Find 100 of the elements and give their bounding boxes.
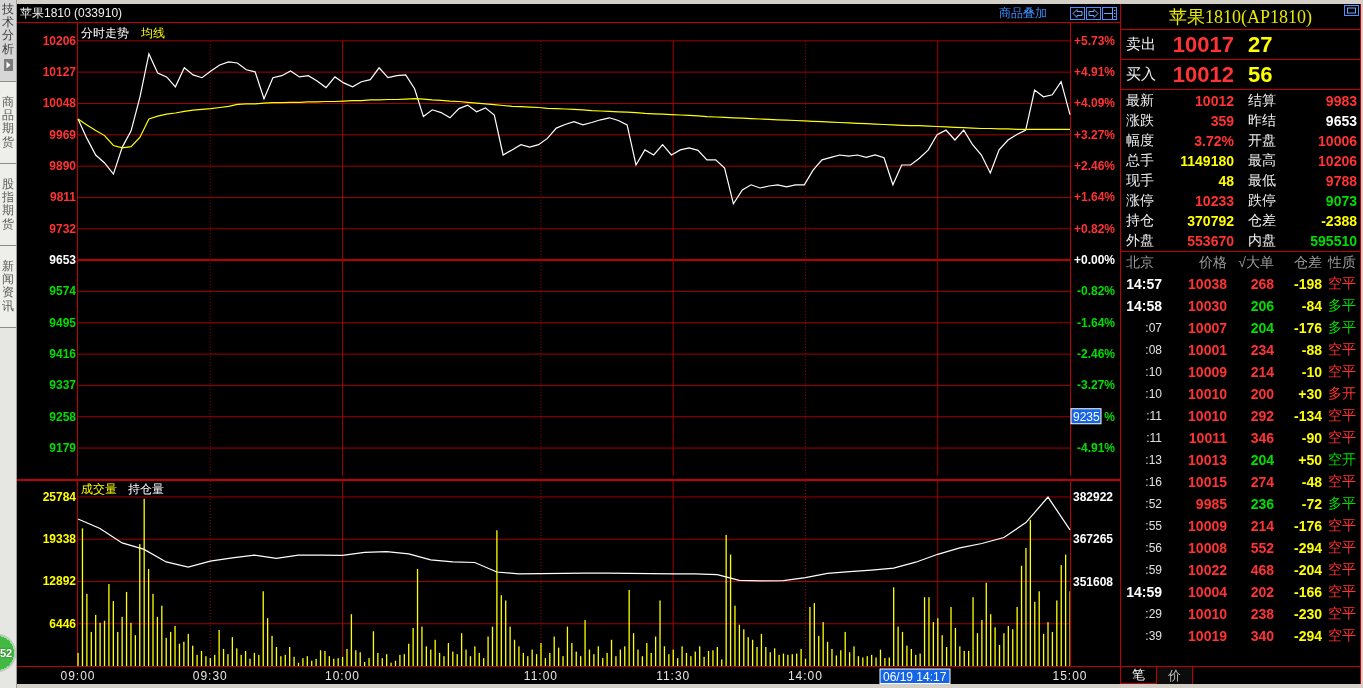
panel-layout-icon[interactable]	[1102, 6, 1117, 20]
trade-type: 多平	[1328, 297, 1356, 315]
trade-price: 10010	[1188, 386, 1227, 402]
volume-bar	[469, 656, 472, 666]
volume-bar	[447, 643, 450, 666]
trade-type: 空平	[1328, 407, 1356, 425]
caret-icon	[3, 58, 13, 71]
trade-type: 多平	[1328, 495, 1356, 513]
stat-value: 595510	[1310, 233, 1357, 249]
trade-price: 10009	[1188, 364, 1227, 380]
interest-axis-label: 351608	[1073, 575, 1114, 589]
price-axis-label: 9179	[49, 441, 76, 456]
volume-bar	[998, 645, 1001, 666]
instrument-title: 苹果1810 (033910)	[20, 4, 123, 22]
trade-change: -90	[1301, 430, 1322, 446]
legend-label: 成交量	[81, 482, 117, 496]
volume-bar	[879, 649, 882, 666]
stat-label: 涨跌	[1126, 112, 1154, 130]
trade-volume: 206	[1250, 298, 1274, 314]
time-axis-label: 11:30	[656, 669, 691, 683]
trade-change: +50	[1298, 452, 1322, 468]
volume-axis-label: 19338	[42, 532, 76, 547]
volume-bar	[253, 652, 256, 666]
trade-price: 10009	[1188, 518, 1227, 534]
column-header: 仓差	[1294, 253, 1322, 272]
price-axis-label: 9811	[49, 190, 76, 205]
side-tab[interactable]: 技术分析	[0, 0, 16, 82]
stat-label: 昨结	[1248, 112, 1276, 130]
price-axis-label: 9495	[49, 315, 76, 330]
window-icon[interactable]	[1344, 5, 1359, 16]
trade-volume: 346	[1250, 430, 1274, 446]
trade-change: -10	[1301, 364, 1322, 380]
trade-price: 10007	[1188, 320, 1227, 336]
column-header: 价格	[1199, 253, 1227, 272]
right-arrow-icon[interactable]	[1086, 6, 1101, 20]
trade-volume: 204	[1250, 320, 1274, 336]
volume-bar	[782, 653, 785, 666]
volume-bar	[857, 656, 860, 666]
time-axis-label: 09:00	[60, 669, 96, 683]
volume-bar	[178, 643, 181, 666]
percent-label: +0.82%	[1073, 221, 1115, 236]
side-tab[interactable]: 商品期货	[0, 82, 16, 164]
price-axis-label: 9653	[49, 253, 76, 268]
stat-label: 幅度	[1126, 132, 1154, 150]
stat-label: 内盘	[1248, 232, 1276, 250]
stat-label: 总手	[1126, 152, 1154, 170]
legend-label: 分时走势	[81, 26, 129, 40]
column-header: √大单	[1238, 253, 1274, 272]
stat-label: 现手	[1126, 172, 1154, 190]
side-tab[interactable]: 股指期货	[0, 164, 16, 246]
volume-bar	[707, 650, 710, 666]
volume-bar	[244, 650, 247, 666]
trade-type: 多平	[1328, 319, 1356, 337]
list-tab[interactable]: 价	[1157, 667, 1193, 684]
legend-label: 均线	[141, 26, 165, 40]
trade-volume: 238	[1250, 606, 1274, 622]
trade-time: :10	[1145, 365, 1162, 379]
interest-axis-label: 367265	[1073, 532, 1114, 547]
stat-value: 370792	[1187, 213, 1234, 229]
stat-label: 最低	[1248, 172, 1276, 190]
trade-time: :55	[1145, 519, 1162, 533]
list-tab[interactable]: 笔	[1121, 667, 1157, 684]
trade-volume: 200	[1250, 386, 1274, 402]
price-axis-label: 9890	[49, 159, 76, 174]
trade-time: :13	[1145, 453, 1162, 467]
percent-label: %	[1104, 409, 1115, 424]
volume-bar	[923, 597, 926, 666]
trade-change: -294	[1293, 540, 1322, 556]
percent-label: -3.27%	[1076, 378, 1115, 393]
trade-price: 10010	[1188, 606, 1227, 622]
volume-bar	[544, 658, 547, 666]
stat-label: 仓差	[1248, 212, 1276, 230]
trade-change: -88	[1301, 342, 1322, 358]
trade-type: 空平	[1328, 517, 1356, 535]
column-header: 北京	[1126, 253, 1154, 272]
stat-value: 9073	[1325, 193, 1357, 209]
percent-label: +4.09%	[1073, 96, 1115, 111]
trade-change: -176	[1293, 518, 1322, 534]
volume-bar	[156, 616, 159, 666]
trade-type: 多开	[1328, 385, 1356, 403]
side-tab[interactable]: 新闻资讯	[0, 246, 16, 328]
stat-label: 最新	[1126, 92, 1154, 110]
trade-volume: 292	[1250, 408, 1274, 424]
trade-change: +30	[1298, 386, 1322, 402]
trade-time: :11	[1146, 409, 1162, 423]
trade-change: -176	[1293, 320, 1322, 336]
volume-bar	[491, 626, 494, 666]
trade-type: 空平	[1328, 473, 1356, 491]
overlay-link[interactable]: 商品叠加	[999, 4, 1047, 22]
volume-bar	[901, 631, 904, 666]
trade-price: 10019	[1188, 628, 1227, 644]
trade-volume: 214	[1250, 518, 1274, 534]
percent-label: +5.73%	[1073, 33, 1115, 48]
volume-bar	[663, 646, 666, 666]
trade-time: 14:58	[1126, 298, 1162, 314]
trade-change: -84	[1301, 298, 1322, 314]
trade-change: -204	[1293, 562, 1322, 578]
volume-bar	[372, 631, 375, 666]
left-arrow-icon[interactable]	[1070, 6, 1085, 20]
trade-price: 10001	[1188, 342, 1227, 358]
